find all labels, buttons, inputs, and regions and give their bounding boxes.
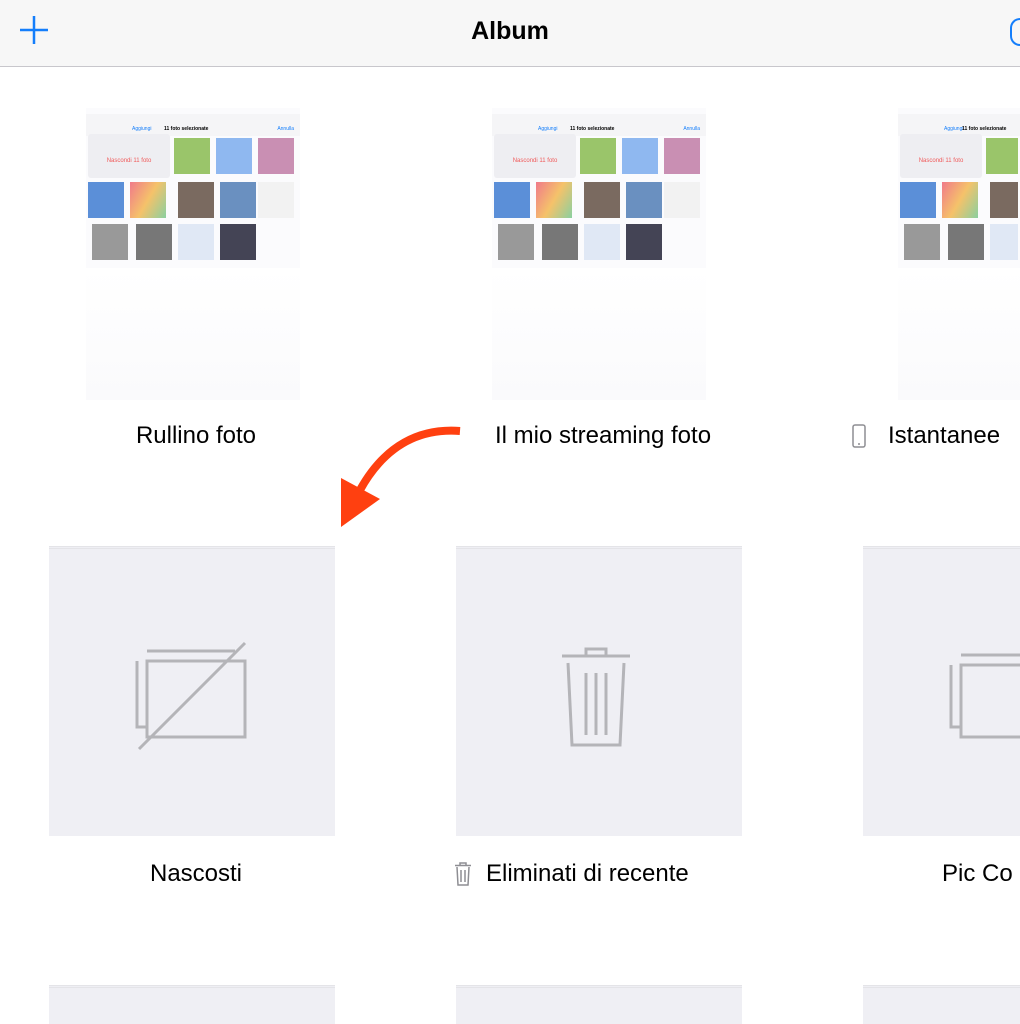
- annotation-arrow: [341, 426, 461, 527]
